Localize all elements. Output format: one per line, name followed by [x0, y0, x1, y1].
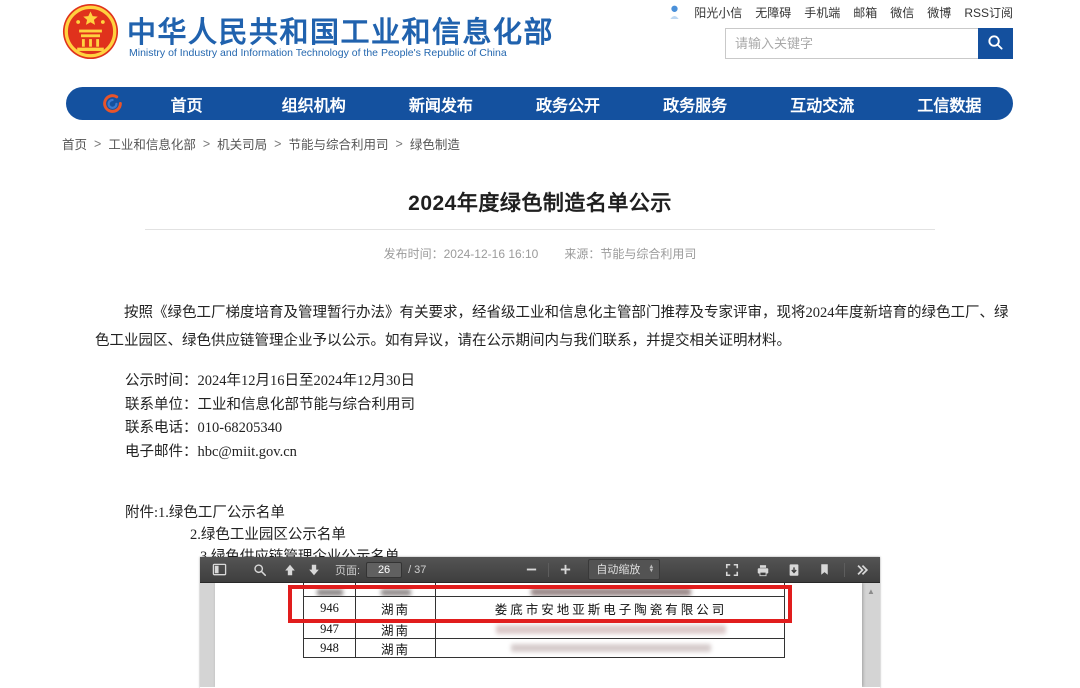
nav-item-interaction[interactable]: 互动交流 — [759, 92, 886, 116]
attachments-label: 附件: — [125, 505, 158, 521]
pdf-page-up-button[interactable] — [281, 561, 299, 579]
search-input[interactable] — [725, 28, 978, 59]
main-nav: 首页 组织机构 新闻发布 政务公开 政务服务 互动交流 工信数据 — [66, 87, 1013, 120]
nav-item-news[interactable]: 新闻发布 — [377, 92, 504, 116]
link-weibo[interactable]: 微博 — [927, 4, 951, 21]
nav-item-gov-disclosure[interactable]: 政务公开 — [504, 92, 631, 116]
pdf-more-tools-button[interactable] — [853, 561, 871, 579]
link-wechat[interactable]: 微信 — [890, 4, 914, 21]
pdf-page-total: / 37 — [408, 564, 426, 576]
breadcrumb-separator: > — [396, 137, 403, 151]
nav-item-gov-services[interactable]: 政务服务 — [632, 92, 759, 116]
nav-item-organization[interactable]: 组织机构 — [250, 92, 377, 116]
breadcrumb-separator: > — [274, 137, 281, 151]
pdf-zoom-value: 自动缩放 — [596, 561, 640, 577]
source-label: 来源： — [564, 247, 600, 261]
pdf-download-button[interactable] — [785, 561, 803, 579]
nav-item-miit-data[interactable]: 工信数据 — [886, 92, 1013, 116]
breadcrumb-home[interactable]: 首页 — [62, 134, 87, 153]
redacted-blur — [511, 644, 711, 652]
national-emblem-logo — [62, 3, 119, 60]
contact-unit-line: 联系单位：工业和信息化部节能与综合利用司 — [125, 394, 415, 418]
nav-item-home[interactable]: 首页 — [123, 92, 250, 116]
utility-links: 阳光小信 无障碍 手机端 邮箱 微信 微博 RSS订阅 — [668, 4, 1013, 21]
pdf-zoom-in-button[interactable] — [557, 561, 574, 578]
contact-email-line: 电子邮件：hbc@miit.gov.cn — [125, 441, 415, 465]
breadcrumb-separator: > — [94, 137, 101, 151]
breadcrumb-energy-dept[interactable]: 节能与综合利用司 — [288, 134, 388, 153]
article-meta: 发布时间：2024-12-16 16:10 来源：节能与综合利用司 — [0, 245, 1080, 262]
pdf-print-button[interactable] — [754, 561, 772, 579]
pdf-viewer: 页面: / 37 自动缩放 ▲▼ — [200, 557, 880, 688]
spinner-arrows-icon: ▲▼ — [648, 565, 654, 573]
pdf-search-button[interactable] — [251, 561, 269, 579]
publicity-period-line: 公示时间：2024年12月16日至2024年12月30日 — [125, 370, 415, 394]
redacted-blur — [496, 625, 726, 634]
contact-phone-line: 联系电话：010-68205340 — [125, 417, 415, 441]
pdf-page-down-button[interactable] — [305, 561, 323, 579]
publish-time-value: 2024-12-16 16:10 — [444, 247, 539, 261]
pdf-bookmark-button[interactable] — [816, 561, 833, 578]
article-paragraph: 按照《绿色工厂梯度培育及管理暂行办法》有关要求，经省级工业和信息化主管部门推荐及… — [95, 299, 1012, 355]
search-box — [725, 28, 1013, 59]
breadcrumb-green-manufacturing[interactable]: 绿色制造 — [410, 134, 460, 153]
pdf-scrollbar[interactable]: ▲ — [865, 587, 877, 596]
breadcrumb-departments[interactable]: 机关司局 — [217, 134, 267, 153]
pdf-content[interactable]: 946 湖南 娄底市安地亚斯电子陶瓷有限公司 947 湖南 948 湖南 — [200, 583, 880, 687]
page: 中华人民共和国工业和信息化部 Ministry of Industry and … — [0, 0, 1080, 688]
table-row-948: 948 湖南 — [304, 639, 784, 658]
link-rss[interactable]: RSS订阅 — [964, 4, 1013, 21]
page-title: 2024年度绿色制造名单公示 — [0, 187, 1080, 217]
link-mobile[interactable]: 手机端 — [804, 4, 840, 21]
cell-province: 湖南 — [356, 639, 436, 657]
breadcrumb-separator: > — [203, 137, 210, 151]
pdf-zoom-out-button[interactable] — [523, 561, 540, 578]
source-value: 节能与综合利用司 — [600, 247, 696, 261]
publish-time-label: 发布时间： — [384, 247, 444, 261]
breadcrumb: 首页 > 工业和信息化部 > 机关司局 > 节能与综合利用司 > 绿色制造 — [62, 134, 460, 153]
pdf-page-label: 页面: — [335, 562, 360, 578]
site-title: 中华人民共和国工业和信息化部 — [127, 9, 554, 51]
attachment-green-industrial-park[interactable]: 2.绿色工业园区公示名单 — [190, 527, 346, 543]
site-subtitle: Ministry of Industry and Information Tec… — [129, 47, 507, 59]
attachment-green-factory[interactable]: 1.绿色工厂公示名单 — [158, 505, 285, 521]
pdf-page-input[interactable] — [366, 562, 402, 578]
pdf-presentation-mode-button[interactable] — [723, 561, 741, 579]
link-mailbox[interactable]: 邮箱 — [853, 4, 877, 21]
mascot-icon — [668, 5, 681, 20]
search-icon — [987, 34, 1004, 54]
miit-swirl-icon — [102, 93, 123, 114]
title-divider — [145, 229, 935, 230]
pdf-zoom-select[interactable]: 自动缩放 ▲▼ — [588, 559, 660, 580]
breadcrumb-miit[interactable]: 工业和信息化部 — [108, 134, 196, 153]
cell-no: 948 — [304, 639, 356, 657]
pdf-toolbar: 页面: / 37 自动缩放 ▲▼ — [200, 557, 880, 583]
highlight-box — [288, 585, 792, 623]
scroll-up-icon: ▲ — [867, 587, 875, 596]
search-button[interactable] — [978, 28, 1013, 59]
link-yangguangxiaoxin[interactable]: 阳光小信 — [694, 4, 742, 21]
contact-info: 公示时间：2024年12月16日至2024年12月30日 联系单位：工业和信息化… — [125, 370, 415, 464]
pdf-sidebar-toggle-button[interactable] — [210, 560, 229, 579]
link-accessibility[interactable]: 无障碍 — [755, 4, 791, 21]
